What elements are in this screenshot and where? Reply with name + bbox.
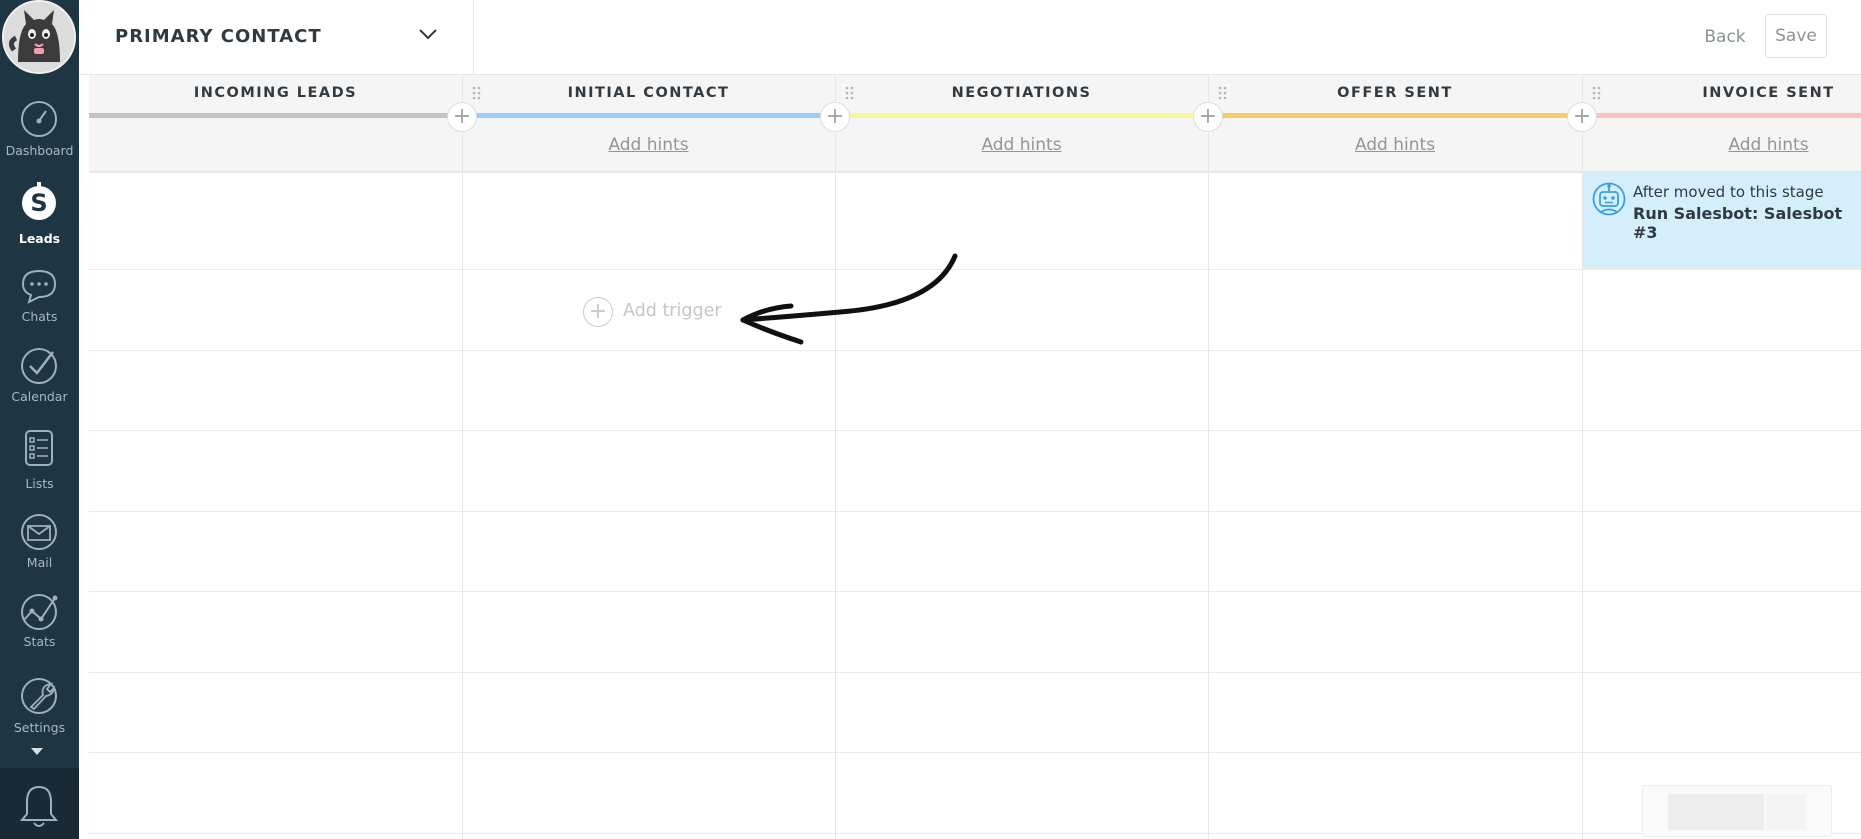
- stage-column-offer-sent: OFFER SENT Add hints: [1208, 75, 1582, 839]
- curved-arrow-icon: [740, 253, 958, 345]
- add-stage-button[interactable]: +: [820, 102, 850, 132]
- add-trigger-button[interactable]: + Add trigger: [583, 295, 743, 329]
- sidebar-item-calendar[interactable]: Calendar: [0, 342, 79, 422]
- stage-title: INCOMING LEADS: [193, 85, 358, 101]
- sidebar-more-arrow-icon[interactable]: [31, 748, 43, 755]
- sidebar-item-label: Leads: [18, 231, 61, 246]
- stats-graph-icon: [21, 594, 58, 630]
- checkmark-circle-icon: [21, 348, 57, 384]
- trigger-action-text: Run Salesbot: Salesbot #3: [1633, 204, 1843, 242]
- list-icon: [25, 430, 53, 466]
- stage-color-bar: [1582, 113, 1861, 118]
- scroll-track: [1766, 794, 1806, 830]
- notifications-area[interactable]: [0, 768, 79, 839]
- add-hints-link[interactable]: Add hints: [462, 135, 835, 155]
- board-scroll-minimap[interactable]: [1642, 785, 1832, 837]
- sidebar-item-stats[interactable]: Stats: [0, 588, 79, 668]
- sidebar-item-leads[interactable]: S Leads: [0, 176, 79, 256]
- pipeline-board: INCOMING LEADS INITIAL CONTACT Add hints…: [89, 75, 1861, 839]
- svg-text:S: S: [30, 189, 47, 217]
- leads-dollar-icon: S: [22, 182, 56, 220]
- add-stage-button[interactable]: +: [1567, 102, 1597, 132]
- sidebar: Dashboard S Leads Chats Calendar Lists M…: [0, 0, 79, 839]
- plus-circle-icon: +: [583, 297, 613, 327]
- robot-icon: [1592, 182, 1626, 216]
- cat-avatar-icon: [4, 2, 74, 72]
- chevron-down-icon: [419, 29, 437, 40]
- stage-color-bar: [89, 113, 462, 118]
- sidebar-item-label: Stats: [23, 634, 56, 649]
- scroll-thumb[interactable]: [1668, 794, 1764, 830]
- stage-title: INVOICE SENT: [1702, 85, 1835, 101]
- chat-bubble-icon: [21, 269, 57, 304]
- sidebar-item-lists[interactable]: Lists: [0, 424, 79, 504]
- bell-icon: [19, 785, 59, 827]
- stage-title: OFFER SENT: [1337, 85, 1453, 101]
- mail-envelope-icon: [21, 514, 57, 550]
- stage-column-incoming-leads: INCOMING LEADS: [89, 75, 462, 839]
- sidebar-item-settings[interactable]: Settings: [0, 672, 79, 752]
- stage-color-bar: [462, 113, 835, 118]
- sidebar-item-label: Lists: [25, 476, 54, 491]
- top-bar: PRIMARY CONTACT Back Save: [79, 0, 1861, 75]
- sidebar-item-mail[interactable]: Mail: [0, 508, 79, 588]
- sidebar-item-label: Dashboard: [5, 143, 74, 158]
- pipeline-title: PRIMARY CONTACT: [115, 26, 322, 47]
- add-hints-link[interactable]: Add hints: [1208, 135, 1582, 155]
- sidebar-item-label: Calendar: [11, 389, 68, 404]
- sidebar-item-dashboard[interactable]: Dashboard: [0, 95, 79, 175]
- salesbot-trigger-card[interactable]: After moved to this stage Run Salesbot: …: [1583, 172, 1861, 269]
- user-avatar[interactable]: [2, 0, 76, 74]
- dashboard-gauge-icon: [21, 101, 57, 137]
- sidebar-item-label: Settings: [13, 720, 66, 735]
- stage-color-bar: [1208, 113, 1582, 118]
- sidebar-item-label: Chats: [21, 309, 58, 324]
- save-button[interactable]: Save: [1765, 14, 1827, 58]
- add-stage-button[interactable]: +: [447, 102, 477, 132]
- add-hints-link[interactable]: Add hints: [1582, 135, 1861, 155]
- add-stage-button[interactable]: +: [1193, 102, 1223, 132]
- add-hints-link[interactable]: Add hints: [835, 135, 1208, 155]
- stage-title: INITIAL CONTACT: [567, 85, 730, 101]
- stage-column-initial-contact: INITIAL CONTACT Add hints: [462, 75, 835, 839]
- sidebar-item-label: Mail: [26, 555, 53, 570]
- stage-title: NEGOTIATIONS: [951, 85, 1092, 101]
- pipeline-selector[interactable]: PRIMARY CONTACT: [79, 0, 474, 75]
- stage-color-bar: [835, 113, 1208, 118]
- wrench-icon: [21, 678, 57, 714]
- sidebar-item-chats[interactable]: Chats: [0, 262, 79, 342]
- trigger-condition-text: After moved to this stage: [1633, 183, 1824, 201]
- back-button[interactable]: Back: [1695, 18, 1755, 56]
- add-trigger-label: Add trigger: [623, 301, 722, 321]
- stage-column-negotiations: NEGOTIATIONS Add hints: [835, 75, 1208, 839]
